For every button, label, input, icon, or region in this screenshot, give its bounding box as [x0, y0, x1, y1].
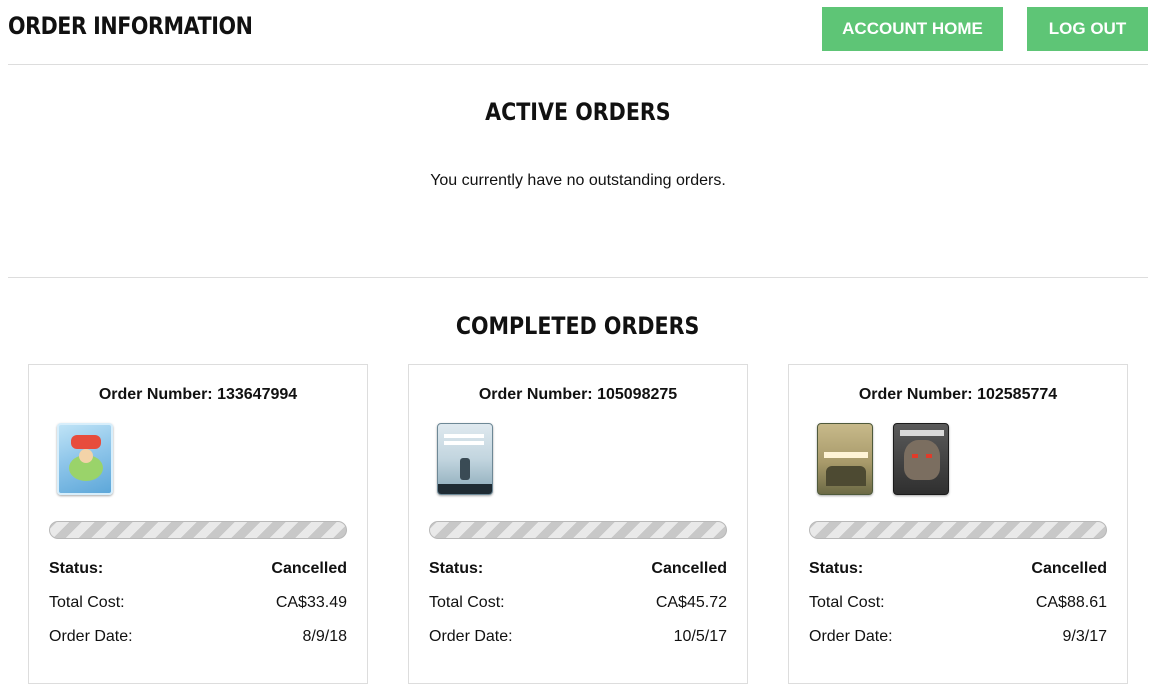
order-date-label: Order Date: [429, 628, 513, 645]
total-cost-label: Total Cost: [429, 594, 505, 611]
order-progress-bar [429, 521, 727, 539]
order-number: Order Number: 105098275 [478, 386, 678, 403]
order-date-row: Order Date: 9/3/17 [809, 628, 1107, 646]
total-cost-row: Total Cost: CA$88.61 [809, 594, 1107, 612]
status-label: Status: [809, 560, 864, 577]
active-orders-heading-text: ACTIVE ORDERS [485, 98, 671, 126]
order-information-page: ORDER INFORMATION ACCOUNT HOME LOG OUT A… [0, 0, 1156, 691]
order-card: Order Number: 102585774 Status: Cancelle… [788, 364, 1128, 684]
active-orders-heading: ACTIVE ORDERS [0, 98, 1156, 126]
o-brother-cover-image[interactable] [817, 423, 873, 495]
order-date-value: 9/3/17 [1062, 628, 1107, 645]
total-cost-value: CA$33.49 [275, 594, 347, 611]
status-row: Status: Cancelled [429, 560, 727, 578]
order-thumbnails [437, 423, 493, 495]
total-cost-value: CA$45.72 [655, 594, 727, 611]
blade-runner-2049-cover-image[interactable] [437, 423, 493, 495]
total-cost-row: Total Cost: CA$33.49 [49, 594, 347, 612]
status-row: Status: Cancelled [809, 560, 1107, 578]
order-progress-bar [49, 521, 347, 539]
order-thumbnails [817, 423, 949, 495]
section-divider [8, 277, 1148, 278]
page-title: ORDER INFORMATION [8, 12, 253, 40]
status-value: Cancelled [1031, 560, 1107, 577]
account-home-button[interactable]: ACCOUNT HOME [822, 7, 1003, 51]
order-card: Order Number: 105098275 Status: Cancelle… [408, 364, 748, 684]
planet-of-the-apes-cover-image[interactable] [893, 423, 949, 495]
log-out-button[interactable]: LOG OUT [1027, 7, 1148, 51]
status-label: Status: [49, 560, 104, 577]
order-date-label: Order Date: [49, 628, 133, 645]
order-card: Order Number: 133647994 Status: Cancelle… [28, 364, 368, 684]
status-value: Cancelled [651, 560, 727, 577]
total-cost-label: Total Cost: [809, 594, 885, 611]
order-thumbnails [57, 423, 113, 495]
page-header: ORDER INFORMATION ACCOUNT HOME LOG OUT [8, 0, 1148, 65]
order-date-label: Order Date: [809, 628, 893, 645]
order-date-row: Order Date: 8/9/18 [49, 628, 347, 646]
status-value: Cancelled [271, 560, 347, 577]
order-progress-bar [809, 521, 1107, 539]
order-number: Order Number: 102585774 [858, 386, 1058, 403]
total-cost-label: Total Cost: [49, 594, 125, 611]
status-label: Status: [429, 560, 484, 577]
order-date-row: Order Date: 10/5/17 [429, 628, 727, 646]
total-cost-row: Total Cost: CA$45.72 [429, 594, 727, 612]
completed-orders-heading-text: COMPLETED ORDERS [456, 312, 700, 340]
total-cost-value: CA$88.61 [1035, 594, 1107, 611]
order-date-value: 10/5/17 [673, 628, 727, 645]
status-row: Status: Cancelled [49, 560, 347, 578]
order-date-value: 8/9/18 [302, 628, 347, 645]
completed-orders-heading: COMPLETED ORDERS [0, 312, 1156, 340]
no-active-orders-message: You currently have no outstanding orders… [430, 172, 726, 189]
order-number: Order Number: 133647994 [98, 386, 298, 403]
meet-the-robinsons-cover-image[interactable] [57, 423, 113, 495]
